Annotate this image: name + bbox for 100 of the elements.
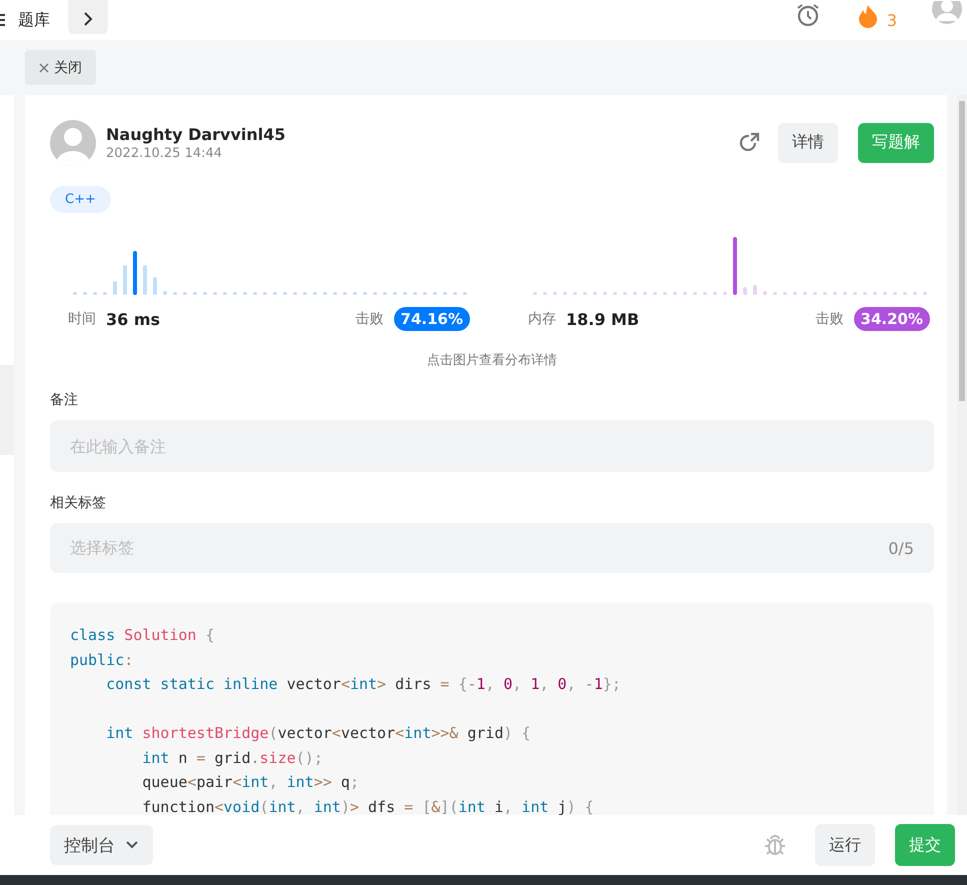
histogram-bar[interactable] <box>273 292 277 295</box>
histogram-bar[interactable] <box>703 292 707 295</box>
histogram-bar[interactable] <box>863 292 867 295</box>
histogram-bar[interactable] <box>333 292 337 295</box>
histogram-bar[interactable] <box>843 292 847 295</box>
histogram-bar[interactable] <box>853 292 857 295</box>
histogram-bar[interactable] <box>583 292 587 295</box>
histogram-bar[interactable] <box>153 277 157 295</box>
menu-icon[interactable] <box>0 14 5 26</box>
histogram-bar[interactable] <box>363 292 367 295</box>
forward-button[interactable] <box>68 0 108 34</box>
histogram-bar[interactable] <box>73 292 77 295</box>
run-button[interactable]: 运行 <box>815 824 875 866</box>
histogram-bar[interactable] <box>233 292 237 295</box>
histogram-bar[interactable] <box>413 292 417 295</box>
histogram-bar[interactable] <box>323 292 327 295</box>
histogram-bar[interactable] <box>83 292 87 295</box>
histogram-bar[interactable] <box>773 292 777 295</box>
histogram-bar[interactable] <box>433 292 437 295</box>
console-dropdown[interactable]: 控制台 <box>50 825 153 865</box>
histogram-bar[interactable] <box>923 292 927 295</box>
histogram-bar[interactable] <box>883 292 887 295</box>
histogram-bar[interactable] <box>723 292 727 295</box>
histogram-bar[interactable] <box>633 292 637 295</box>
code-line: queue<pair<int, int>> q; <box>141 772 360 793</box>
histogram-bar[interactable] <box>313 292 317 295</box>
histogram-bar[interactable] <box>403 292 407 295</box>
histogram-bar[interactable] <box>203 292 207 295</box>
alarm-clock-icon[interactable] <box>794 3 821 27</box>
histogram-bar[interactable] <box>223 292 227 295</box>
histogram-bar[interactable] <box>353 292 357 295</box>
histogram-bar[interactable] <box>913 292 917 295</box>
share-icon[interactable] <box>738 132 760 154</box>
histogram-bar[interactable] <box>743 287 747 295</box>
histogram-bar[interactable] <box>263 292 267 295</box>
histogram-bar[interactable] <box>123 265 127 295</box>
histogram-bar[interactable] <box>133 251 137 295</box>
histogram-bar[interactable] <box>713 292 717 295</box>
histogram-bar[interactable] <box>463 292 467 295</box>
histogram-bar[interactable] <box>753 285 757 295</box>
histogram-bar[interactable] <box>443 292 447 295</box>
histogram-bar[interactable] <box>693 292 697 295</box>
histogram-bar[interactable] <box>163 291 167 295</box>
histogram-bar[interactable] <box>783 292 787 295</box>
histogram-bar[interactable] <box>543 292 547 295</box>
histogram-bar[interactable] <box>423 292 427 295</box>
histogram-bar[interactable] <box>343 292 347 295</box>
histogram-bar[interactable] <box>653 292 657 295</box>
histogram-bar[interactable] <box>113 281 117 295</box>
histogram-bar[interactable] <box>143 265 147 295</box>
metric-label: 内存 <box>528 310 556 328</box>
metric-label: 时间 <box>68 310 96 328</box>
histogram-bar[interactable] <box>243 292 247 295</box>
histogram-bar[interactable] <box>623 292 627 295</box>
histogram-bar[interactable] <box>613 292 617 295</box>
histogram-bar[interactable] <box>103 292 107 295</box>
histogram-bar[interactable] <box>183 292 187 295</box>
histogram-bar[interactable] <box>833 292 837 295</box>
histogram-bar[interactable] <box>813 292 817 295</box>
histogram-bar[interactable] <box>603 292 607 295</box>
histogram-bar[interactable] <box>303 292 307 295</box>
histogram-bar[interactable] <box>173 292 177 295</box>
histogram-bar[interactable] <box>533 292 537 295</box>
histogram-bar[interactable] <box>393 292 397 295</box>
histogram-bar[interactable] <box>193 292 197 295</box>
histogram-bar[interactable] <box>763 291 767 295</box>
histogram-bar[interactable] <box>573 292 577 295</box>
histogram-bar[interactable] <box>663 292 667 295</box>
histogram-bar[interactable] <box>453 292 457 295</box>
histogram-bar[interactable] <box>673 292 677 295</box>
histogram-bar[interactable] <box>593 292 597 295</box>
author-name[interactable]: Naughty Darvvinl45 <box>106 124 286 144</box>
histogram-bar[interactable] <box>873 292 877 295</box>
histogram-bar[interactable] <box>93 292 97 295</box>
close-button[interactable]: 关闭 <box>25 50 96 85</box>
histogram-bar[interactable] <box>293 292 297 295</box>
histogram-bar[interactable] <box>893 292 897 295</box>
histogram-bar[interactable] <box>903 292 907 295</box>
tags-label: 相关标签 <box>50 494 107 512</box>
code-line: function<void(int, int)> dfs = [&](int i, int j) { <box>141 796 595 815</box>
histogram-bar[interactable] <box>793 292 797 295</box>
note-label: 备注 <box>50 391 79 409</box>
histogram-bar[interactable] <box>803 292 807 295</box>
histogram-bar[interactable] <box>383 292 387 295</box>
histogram-bar[interactable] <box>733 237 737 295</box>
histogram-bar[interactable] <box>563 292 567 295</box>
histogram-bar[interactable] <box>553 292 557 295</box>
histogram-bar[interactable] <box>683 292 687 295</box>
histogram-bar[interactable] <box>373 292 377 295</box>
bug-icon[interactable] <box>763 833 787 857</box>
histogram-bar[interactable] <box>213 292 217 295</box>
note-field[interactable]: 在此输入备注 <box>50 420 934 472</box>
code-line: const static inline vector<int> dirs = {-1, 0, 1, 0, -1}; <box>105 674 622 695</box>
histogram-bar[interactable] <box>253 292 257 295</box>
scrollbar-thumb[interactable] <box>959 101 965 401</box>
histogram-bar[interactable] <box>823 292 827 295</box>
details-button[interactable]: 详情 <box>778 122 838 162</box>
histogram-bar[interactable] <box>643 292 647 295</box>
avatar-icon[interactable] <box>931 1 963 25</box>
histogram-bar[interactable] <box>283 292 287 295</box>
